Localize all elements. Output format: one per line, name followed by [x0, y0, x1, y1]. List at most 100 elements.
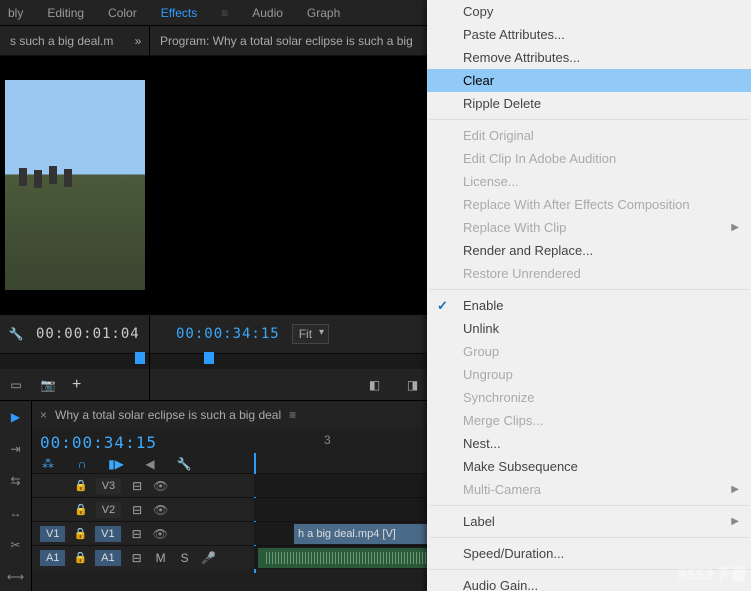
context-menu-item-remove-attributes[interactable]: Remove Attributes... [427, 46, 751, 69]
context-menu-item-paste-attributes[interactable]: Paste Attributes... [427, 23, 751, 46]
selection-tool-icon[interactable]: ▶ [8, 409, 24, 425]
context-menu-separator [429, 505, 749, 506]
source-patch-v1[interactable]: V1 [40, 526, 65, 542]
track-target-v1[interactable]: V1 [95, 526, 120, 542]
program-tab[interactable]: Program: Why a total solar eclipse is su… [150, 26, 423, 56]
program-timecode[interactable]: 00:00:34:15 [176, 326, 280, 342]
marker-add-icon[interactable]: ▮▶ [108, 456, 124, 472]
add-icon[interactable]: + [72, 376, 81, 394]
video-clip[interactable]: h a big deal.mp4 [V] [294, 524, 434, 544]
toggle-output-icon[interactable]: ⊟ [129, 526, 145, 542]
menu-audio[interactable]: Audio [252, 6, 283, 20]
source-playhead[interactable] [135, 352, 145, 364]
linked-selection-icon[interactable]: ∩ [74, 456, 90, 472]
razor-icon[interactable]: ✂ [8, 537, 24, 553]
mute-icon[interactable]: M [153, 550, 169, 566]
lock-icon[interactable]: 🔒 [73, 527, 87, 540]
toggle-output-icon[interactable]: ⊟ [129, 502, 145, 518]
context-menu-item-multi-camera: Multi-Camera▶ [427, 478, 751, 501]
context-menu-label: Make Subsequence [463, 459, 578, 474]
menu-color[interactable]: Color [108, 6, 137, 20]
close-icon[interactable]: × [40, 408, 47, 422]
menu-effects[interactable]: Effects [161, 6, 197, 20]
context-menu-label: License... [463, 174, 519, 189]
context-menu-label: Enable [463, 298, 503, 313]
context-menu-item-ripple-delete[interactable]: Ripple Delete [427, 92, 751, 115]
context-menu-label: Remove Attributes... [463, 50, 580, 65]
timeline-timecode[interactable]: 00:00:34:15 [40, 433, 246, 452]
source-thumbnail [5, 80, 145, 290]
menu-graphics[interactable]: Graph [307, 6, 340, 20]
voiceover-icon[interactable]: 🎤 [201, 550, 217, 566]
context-menu-label: Render and Replace... [463, 243, 593, 258]
track-target-a1[interactable]: A1 [95, 550, 120, 566]
context-menu-label: Merge Clips... [463, 413, 543, 428]
source-tab-strip: s such a big deal.m » [0, 26, 149, 56]
solo-icon[interactable]: S [177, 550, 193, 566]
source-panel: s such a big deal.m » 🔧 00:00:01:04 ▭ 📷 … [0, 26, 150, 400]
track-label-v2[interactable]: V2 [96, 502, 121, 518]
eye-icon[interactable]: 👁 [153, 503, 168, 517]
panel-menu-icon[interactable]: » [133, 33, 149, 49]
source-timecode[interactable]: 00:00:01:04 [36, 326, 140, 342]
menu-assembly[interactable]: bly [8, 6, 23, 20]
rate-stretch-icon[interactable]: ↔ [8, 505, 24, 521]
context-menu-item-nest[interactable]: Nest... [427, 432, 751, 455]
context-menu: Copy Paste Attributes... Remove Attributes… [427, 0, 751, 591]
program-tab-label: Program: Why a total solar eclipse is su… [160, 34, 413, 48]
timeline-toolbar: ▶ ⇥ ⇆ ↔ ✂ ⟷ [0, 401, 32, 591]
context-menu-item-replace-with-clip: Replace With Clip▶ [427, 216, 751, 239]
context-menu-item-make-subsequence[interactable]: Make Subsequence [427, 455, 751, 478]
context-menu-item-edit-original: Edit Original [427, 124, 751, 147]
program-playhead[interactable] [204, 352, 214, 364]
mark-in-icon[interactable]: ◧ [367, 377, 383, 393]
context-menu-item-render-and-replace[interactable]: Render and Replace... [427, 239, 751, 262]
slip-icon[interactable]: ⟷ [8, 569, 24, 585]
eye-icon[interactable]: 👁 [153, 527, 168, 541]
context-menu-separator [429, 289, 749, 290]
menu-separator-icon: ≡ [221, 6, 228, 20]
timeline-menu-icon[interactable]: ≡ [289, 408, 296, 422]
context-menu-label: Unlink [463, 321, 499, 336]
context-menu-item-merge-clips: Merge Clips... [427, 409, 751, 432]
camera-icon[interactable]: 📷 [40, 377, 56, 393]
source-controls: 🔧 00:00:01:04 ▭ 📷 + [0, 314, 149, 400]
settings-icon[interactable]: ◀ [142, 456, 158, 472]
context-menu-separator [429, 537, 749, 538]
source-viewer[interactable] [0, 56, 149, 314]
snap-icon[interactable]: ⁂ [40, 456, 56, 472]
context-menu-item-copy[interactable]: Copy [427, 0, 751, 23]
wrench-icon[interactable]: 🔧 [8, 326, 24, 342]
context-menu-item-unlink[interactable]: Unlink [427, 317, 751, 340]
source-tab[interactable]: s such a big deal.m [0, 26, 123, 56]
context-menu-item-group: Group [427, 340, 751, 363]
lock-icon[interactable]: 🔒 [73, 551, 87, 564]
context-menu-label: Paste Attributes... [463, 27, 565, 42]
context-menu-label: Nest... [463, 436, 501, 451]
check-icon: ✓ [437, 298, 448, 314]
source-patch-a1[interactable]: A1 [40, 550, 65, 566]
fit-dropdown[interactable]: Fit [292, 324, 329, 344]
context-menu-item-enable[interactable]: ✓ Enable [427, 294, 751, 317]
eye-icon[interactable]: 👁 [153, 479, 168, 493]
toggle-output-icon[interactable]: ⊟ [129, 550, 145, 566]
lock-icon[interactable]: 🔒 [74, 479, 88, 492]
marker-list-icon[interactable]: ▭ [8, 377, 24, 393]
mark-out-icon[interactable]: ◨ [405, 377, 421, 393]
menu-editing[interactable]: Editing [47, 6, 84, 20]
context-menu-item-clear[interactable]: Clear [427, 69, 751, 92]
context-menu-label: Synchronize [463, 390, 535, 405]
context-menu-label: Copy [463, 4, 493, 19]
chevron-right-icon: ▶ [731, 484, 739, 495]
wrench-icon[interactable]: 🔧 [176, 456, 192, 472]
ripple-edit-icon[interactable]: ⇆ [8, 473, 24, 489]
track-label-v3[interactable]: V3 [96, 478, 121, 494]
source-ruler[interactable] [0, 353, 149, 369]
context-menu-label: Edit Clip In Adobe Audition [463, 151, 616, 166]
ruler-mark: 3 [324, 433, 331, 447]
chevron-right-icon: ▶ [731, 516, 739, 527]
context-menu-item-label[interactable]: Label▶ [427, 510, 751, 533]
track-select-icon[interactable]: ⇥ [8, 441, 24, 457]
toggle-output-icon[interactable]: ⊟ [129, 478, 145, 494]
lock-icon[interactable]: 🔒 [74, 503, 88, 516]
